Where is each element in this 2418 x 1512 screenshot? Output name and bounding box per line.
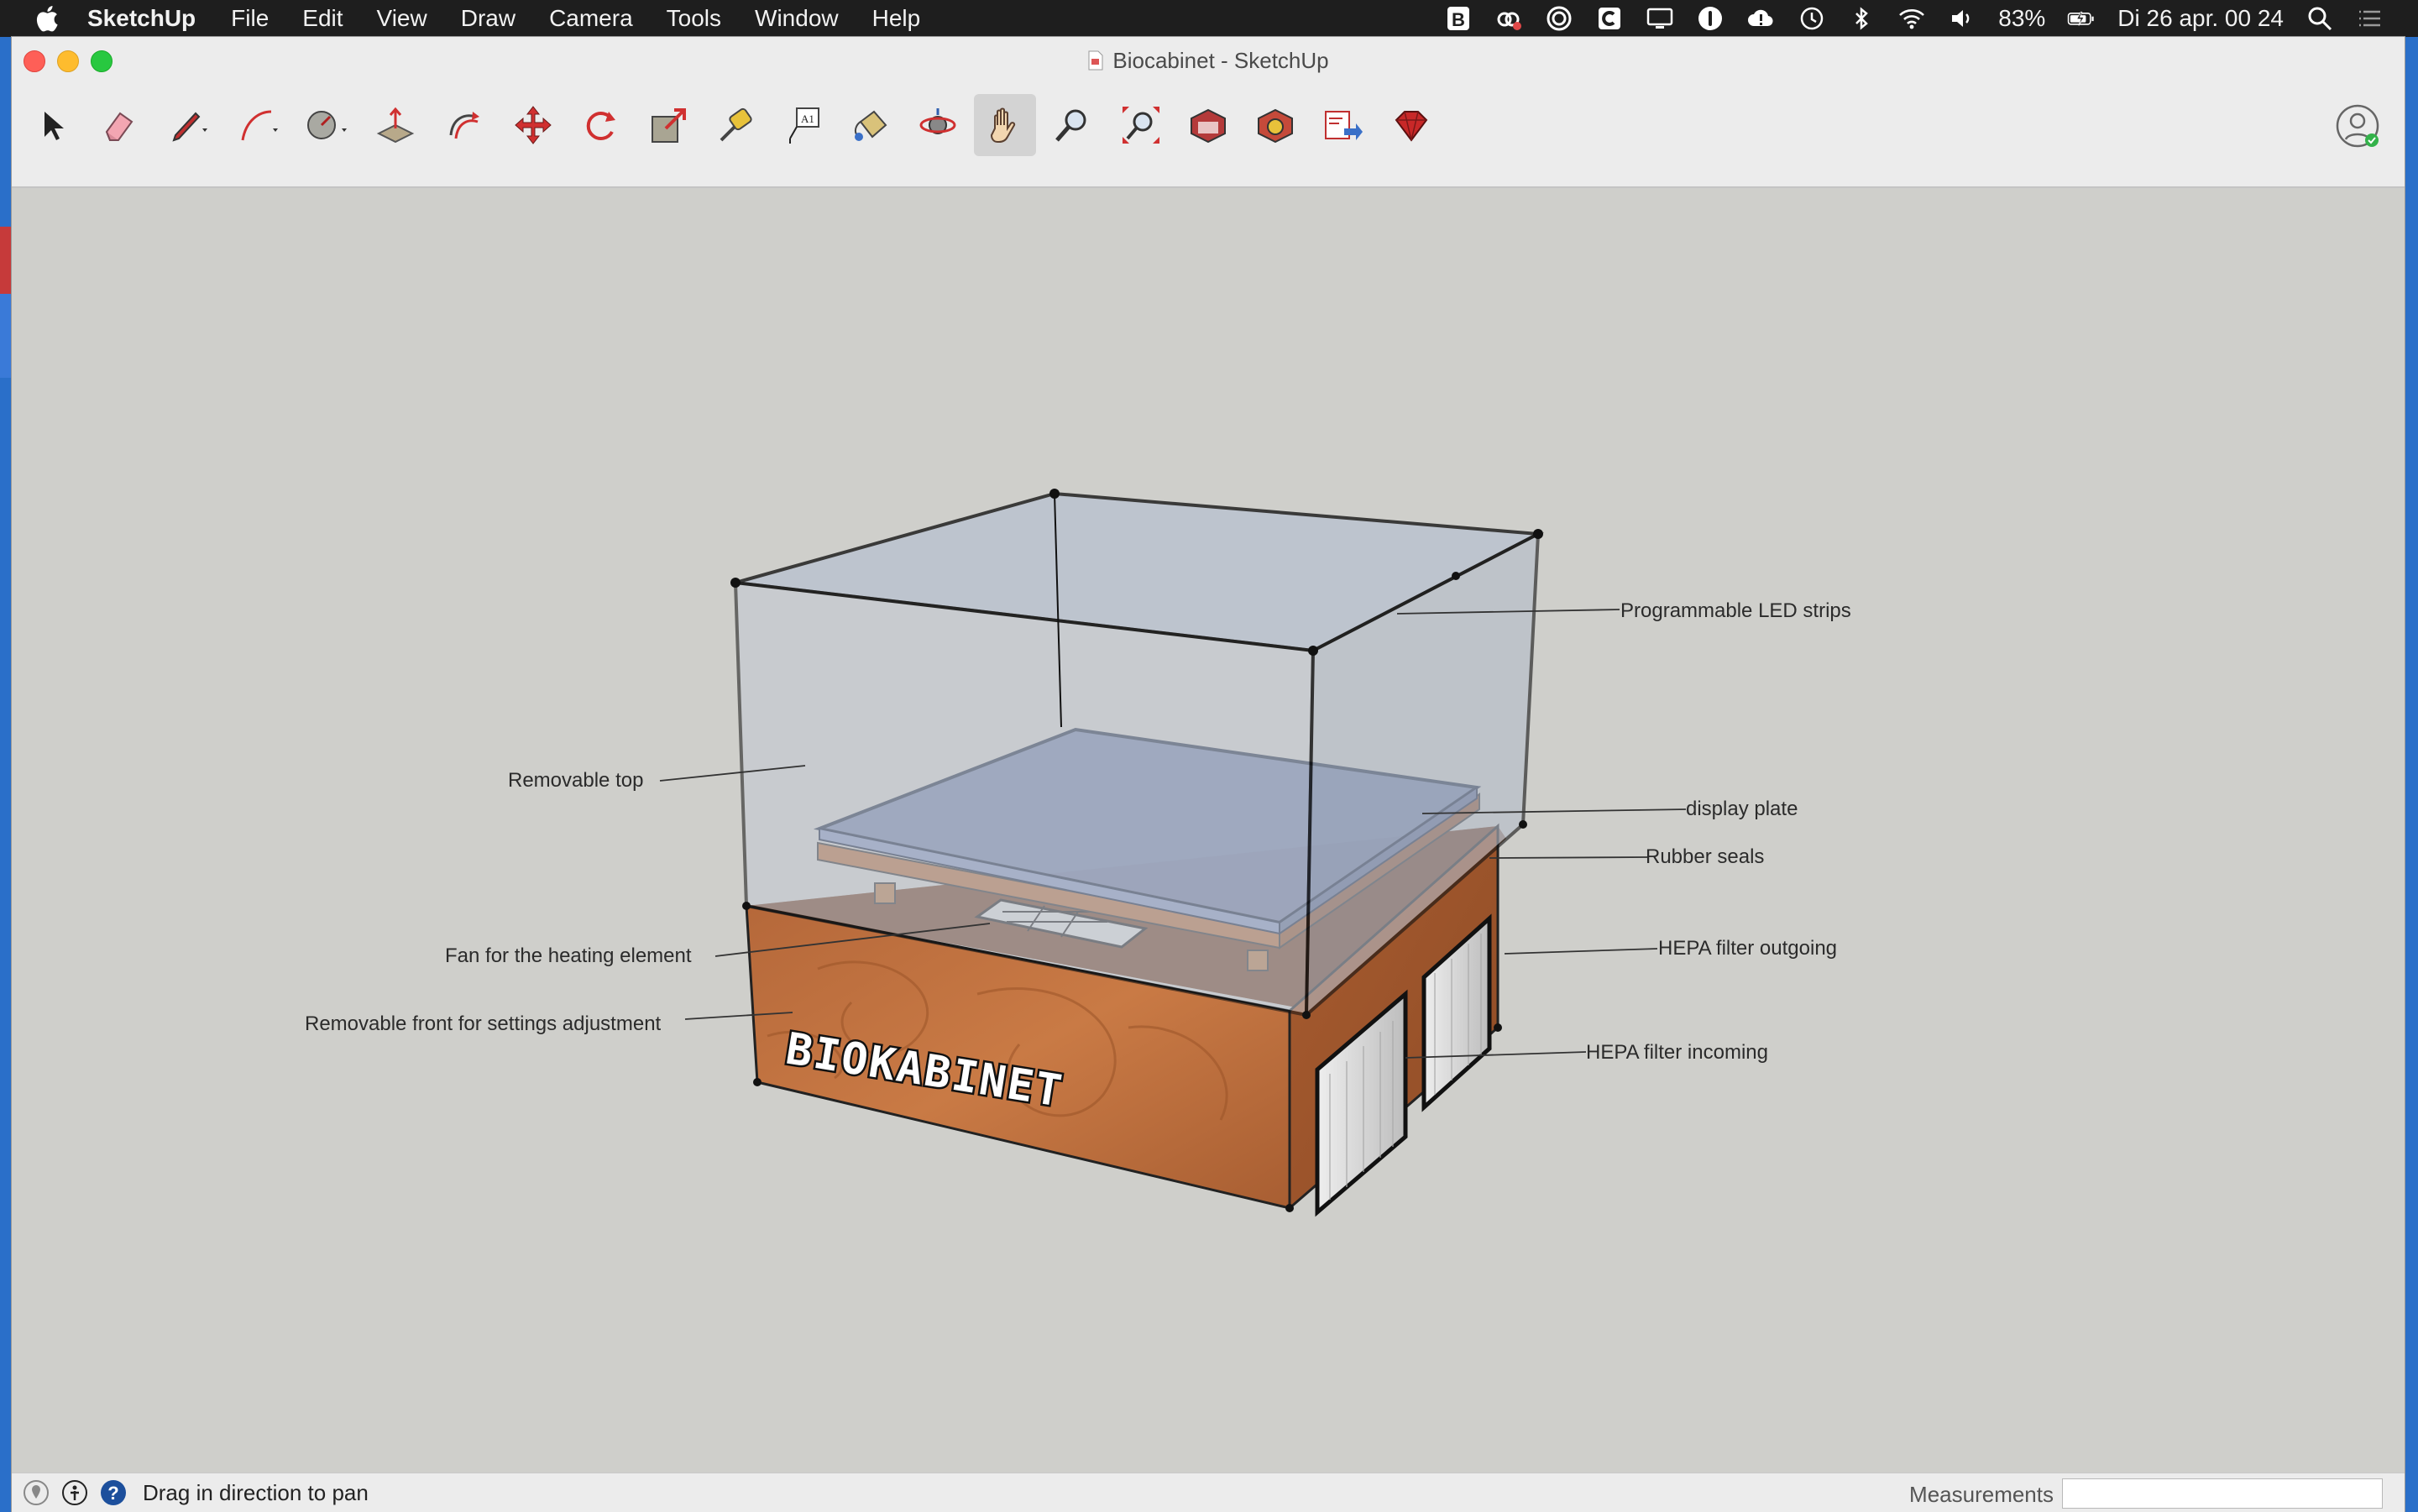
menu-window[interactable]: Window bbox=[755, 5, 839, 32]
arc-tool-icon[interactable] bbox=[225, 94, 287, 156]
menu-file[interactable]: File bbox=[231, 5, 269, 32]
window-minimize-button[interactable] bbox=[57, 50, 79, 72]
window-close-button[interactable] bbox=[24, 50, 45, 72]
leader-seals bbox=[1489, 856, 1648, 859]
credits-icon[interactable] bbox=[60, 1478, 89, 1507]
menu-camera[interactable]: Camera bbox=[549, 5, 633, 32]
menu-view[interactable]: View bbox=[377, 5, 427, 32]
callout-hepa-outgoing: HEPA filter outgoing bbox=[1658, 937, 1838, 960]
shapes-tool-icon[interactable] bbox=[294, 94, 356, 156]
sketchup-window: Biocabinet - SketchUp A1 BIOKABINET Prog… bbox=[12, 37, 2405, 1512]
extension-manager-icon[interactable] bbox=[1380, 94, 1442, 156]
tape-measure-tool-icon[interactable] bbox=[705, 94, 767, 156]
status-message: Drag in direction to pan bbox=[143, 1479, 369, 1505]
model-viewport[interactable]: BIOKABINET Programmable LED strips Remov… bbox=[12, 188, 2405, 1501]
creative-cloud-icon[interactable] bbox=[1494, 4, 1523, 33]
eraser-tool-icon[interactable] bbox=[87, 94, 149, 156]
menu-help[interactable]: Help bbox=[872, 5, 921, 32]
3d-warehouse-icon[interactable] bbox=[1177, 94, 1239, 156]
menu-app-name[interactable]: SketchUp bbox=[87, 5, 196, 32]
instructor-help-icon[interactable]: ? bbox=[99, 1478, 128, 1507]
push-pull-tool-icon[interactable] bbox=[364, 94, 427, 156]
bluetooth-icon[interactable] bbox=[1847, 4, 1876, 33]
status-bar: ? Drag in direction to pan Measurements bbox=[12, 1473, 2405, 1512]
callout-removable-top: Removable top bbox=[508, 769, 644, 792]
callout-removable-front: Removable front for settings adjustment bbox=[305, 1012, 662, 1035]
zoom-tool-icon[interactable] bbox=[1041, 94, 1103, 156]
window-titlebar[interactable]: Biocabinet - SketchUp bbox=[12, 37, 2405, 85]
window-zoom-button[interactable] bbox=[91, 50, 113, 72]
measurements-label: Measurements bbox=[1909, 1482, 2054, 1507]
svg-text:A1: A1 bbox=[801, 112, 814, 125]
password-icon[interactable] bbox=[1696, 4, 1725, 33]
menubar-clock[interactable]: Di 26 apr. 00 24 bbox=[2117, 5, 2284, 32]
blue-edge-accent bbox=[0, 294, 12, 378]
battery-icon[interactable] bbox=[2067, 4, 2096, 33]
leader-hepa-out bbox=[1504, 948, 1658, 955]
select-tool-icon[interactable] bbox=[20, 94, 82, 156]
main-toolbar: A1 bbox=[12, 84, 2405, 188]
callout-rubber-seals: Rubber seals bbox=[1646, 845, 1765, 868]
send-to-layout-icon[interactable] bbox=[1311, 94, 1374, 156]
cloud-alert-icon[interactable] bbox=[1746, 4, 1775, 33]
notification-center-icon[interactable] bbox=[2356, 4, 2384, 33]
geolocation-icon[interactable] bbox=[22, 1478, 50, 1507]
callout-hepa-incoming: HEPA filter incoming bbox=[1586, 1041, 1768, 1064]
pan-tool-icon[interactable] bbox=[974, 94, 1036, 156]
menu-extras: B 83% Di 26 apr. 00 24 bbox=[1444, 0, 2384, 37]
callout-led-strips: Programmable LED strips bbox=[1620, 599, 1851, 622]
menu-draw[interactable]: Draw bbox=[461, 5, 516, 32]
document-icon bbox=[1088, 50, 1103, 71]
orbit-tool-icon[interactable] bbox=[907, 94, 969, 156]
extension-warehouse-icon[interactable] bbox=[1244, 94, 1306, 156]
callout-fan: Fan for the heating element bbox=[445, 944, 692, 967]
volume-icon[interactable] bbox=[1948, 4, 1976, 33]
red-edge-accent bbox=[0, 227, 12, 294]
menu-edit[interactable]: Edit bbox=[302, 5, 343, 32]
target-icon[interactable] bbox=[1545, 4, 1573, 33]
rotate-tool-icon[interactable] bbox=[569, 94, 631, 156]
zoom-extents-tool-icon[interactable] bbox=[1110, 94, 1172, 156]
text-tool-icon[interactable]: A1 bbox=[772, 94, 835, 156]
time-machine-icon[interactable] bbox=[1797, 4, 1825, 33]
offset-tool-icon[interactable] bbox=[433, 94, 495, 156]
mac-menu-bar: SketchUp File Edit View Draw Camera Tool… bbox=[0, 0, 2418, 37]
move-tool-icon[interactable] bbox=[502, 94, 564, 156]
line-tool-icon[interactable] bbox=[156, 94, 218, 156]
apple-menu-icon[interactable] bbox=[34, 4, 59, 33]
measurements-input[interactable] bbox=[2062, 1478, 2383, 1509]
bold-b-icon[interactable]: B bbox=[1444, 4, 1473, 33]
display-icon[interactable] bbox=[1646, 4, 1674, 33]
svg-text:?: ? bbox=[107, 1483, 118, 1504]
window-title: Biocabinet - SketchUp bbox=[1112, 47, 1329, 73]
wifi-icon[interactable] bbox=[1897, 4, 1926, 33]
battery-percentage: 83% bbox=[1998, 5, 2046, 31]
account-avatar-icon[interactable] bbox=[2334, 102, 2381, 149]
biocabinet-model: BIOKABINET bbox=[659, 489, 1687, 1217]
scale-tool-icon[interactable] bbox=[638, 94, 700, 156]
paint-bucket-tool-icon[interactable] bbox=[840, 94, 902, 156]
callout-display-plate: display plate bbox=[1686, 798, 1798, 820]
menu-tools[interactable]: Tools bbox=[667, 5, 721, 32]
c-app-icon[interactable] bbox=[1595, 4, 1624, 33]
spotlight-search-icon[interactable] bbox=[2305, 4, 2334, 33]
svg-text:B: B bbox=[1452, 9, 1465, 30]
